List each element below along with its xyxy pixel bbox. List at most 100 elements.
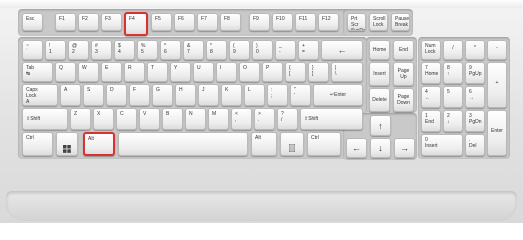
key-f5[interactable]: F5: [151, 13, 172, 31]
key-2[interactable]: @ 2: [68, 40, 89, 60]
key-4[interactable]: $ 4: [114, 40, 135, 60]
key-right-shift[interactable]: ⇧Shift: [300, 108, 363, 130]
key-tab[interactable]: Tab ↹: [22, 62, 53, 82]
key-h[interactable]: H: [175, 84, 196, 106]
key-r[interactable]: R: [124, 62, 145, 82]
key-arrow-down[interactable]: ↓: [370, 138, 391, 158]
key-f1[interactable]: F1: [55, 13, 76, 31]
key-page-down[interactable]: Page Down: [393, 88, 414, 112]
key-f9[interactable]: F9: [249, 13, 270, 31]
key-s[interactable]: S: [83, 84, 104, 106]
key-equals[interactable]: + =: [298, 40, 319, 60]
key-numpad-7[interactable]: 7 Home: [421, 62, 441, 84]
key-7[interactable]: & 7: [183, 40, 204, 60]
key-v[interactable]: V: [139, 108, 160, 130]
key-0[interactable]: ) 0: [252, 40, 273, 60]
key-f6[interactable]: F6: [174, 13, 195, 31]
key-numpad-5[interactable]: 5: [443, 86, 463, 108]
key-backtick[interactable]: ~ `: [22, 40, 43, 60]
key-right-bracket[interactable]: } ]: [308, 62, 329, 82]
key-period[interactable]: > .: [254, 108, 275, 130]
key-y[interactable]: Y: [170, 62, 191, 82]
key-print-screen[interactable]: Prt Scr SysRq: [347, 13, 366, 31]
key-delete[interactable]: Delete: [369, 88, 390, 112]
key-f3[interactable]: F3: [101, 13, 122, 31]
key-w[interactable]: W: [78, 62, 99, 82]
key-numpad-divide[interactable]: /: [443, 40, 463, 60]
key-space[interactable]: [118, 132, 248, 156]
key-6[interactable]: ^ 6: [160, 40, 181, 60]
key-u[interactable]: U: [193, 62, 214, 82]
key-enter[interactable]: ↵Enter: [313, 84, 363, 106]
key-numpad-1[interactable]: 1 End: [421, 110, 441, 132]
key-caps-lock[interactable]: Caps Lock A: [22, 84, 58, 106]
key-a[interactable]: A: [60, 84, 81, 106]
key-esc[interactable]: Esc: [22, 13, 43, 31]
key-n[interactable]: N: [185, 108, 206, 130]
key-backslash[interactable]: | \: [331, 62, 363, 82]
key-end[interactable]: End: [393, 40, 414, 60]
key-right-alt[interactable]: Alt: [251, 132, 277, 156]
key-l[interactable]: L: [244, 84, 265, 106]
key-j[interactable]: J: [198, 84, 219, 106]
key-left-shift[interactable]: ⇧Shift: [22, 108, 68, 130]
key-9[interactable]: ( 9: [229, 40, 250, 60]
key-k[interactable]: K: [221, 84, 242, 106]
key-backspace[interactable]: ←: [321, 40, 363, 60]
key-numpad-3[interactable]: 3 PgDn: [465, 110, 485, 132]
key-numpad-0[interactable]: 0 Insert: [421, 134, 463, 156]
key-3[interactable]: # 3: [91, 40, 112, 60]
key-f10[interactable]: F10: [272, 13, 293, 31]
key-left-bracket[interactable]: { [: [285, 62, 306, 82]
key-f2[interactable]: F2: [78, 13, 99, 31]
key-arrow-right[interactable]: →: [394, 138, 415, 158]
key-numpad-6[interactable]: 6 →: [465, 86, 485, 108]
key-numpad-decimal[interactable]: . Del: [465, 134, 485, 156]
key-f11[interactable]: F11: [295, 13, 316, 31]
key-f12[interactable]: F12: [318, 13, 339, 31]
key-semicolon[interactable]: : ;: [267, 84, 288, 106]
key-t[interactable]: T: [147, 62, 168, 82]
key-p[interactable]: P: [262, 62, 283, 82]
key-z[interactable]: Z: [70, 108, 91, 130]
key-right-ctrl[interactable]: Ctrl: [307, 132, 341, 156]
key-page-up[interactable]: Page Up: [393, 62, 414, 86]
key-arrow-up[interactable]: ↑: [370, 115, 391, 136]
key-i[interactable]: I: [216, 62, 237, 82]
key-windows[interactable]: [56, 132, 78, 156]
key-minus[interactable]: _ -: [275, 40, 296, 60]
key-arrow-left[interactable]: ←: [346, 138, 367, 158]
key-f4[interactable]: F4: [124, 12, 148, 36]
key-8[interactable]: * 8: [206, 40, 227, 60]
key-numpad-subtract[interactable]: -: [487, 40, 507, 60]
key-numpad-9[interactable]: 9 PgUp: [465, 62, 485, 84]
key-numpad-add[interactable]: +: [487, 62, 507, 108]
key-m[interactable]: M: [208, 108, 229, 130]
key-comma[interactable]: < ,: [231, 108, 252, 130]
key-o[interactable]: O: [239, 62, 260, 82]
key-numpad-4[interactable]: 4 ←: [421, 86, 441, 108]
key-f7[interactable]: F7: [197, 13, 218, 31]
key-g[interactable]: G: [152, 84, 173, 106]
key-insert[interactable]: Insert: [369, 62, 390, 86]
key-slash[interactable]: ? /: [277, 108, 298, 130]
key-home[interactable]: Home: [369, 40, 390, 60]
key-b[interactable]: B: [162, 108, 183, 130]
key-x[interactable]: X: [93, 108, 114, 130]
key-f8[interactable]: F8: [220, 13, 241, 31]
key-quote[interactable]: " ': [290, 84, 311, 106]
key-numpad-enter[interactable]: Enter: [487, 110, 507, 156]
key-5[interactable]: % 5: [137, 40, 158, 60]
key-pause-break[interactable]: Pause Break: [391, 13, 410, 31]
key-left-ctrl[interactable]: Ctrl: [22, 132, 53, 156]
key-numpad-2[interactable]: 2 ↓: [443, 110, 463, 132]
key-num-lock[interactable]: Num Lock: [421, 40, 441, 60]
key-1[interactable]: ! 1: [45, 40, 66, 60]
key-numpad-multiply[interactable]: *: [465, 40, 485, 60]
key-left-alt[interactable]: Alt: [83, 132, 115, 156]
key-numpad-8[interactable]: 8 ↑: [443, 62, 463, 84]
key-context-menu[interactable]: [280, 132, 304, 156]
key-f[interactable]: F: [129, 84, 150, 106]
key-d[interactable]: D: [106, 84, 127, 106]
key-scroll-lock[interactable]: Scroll Lock: [369, 13, 388, 31]
